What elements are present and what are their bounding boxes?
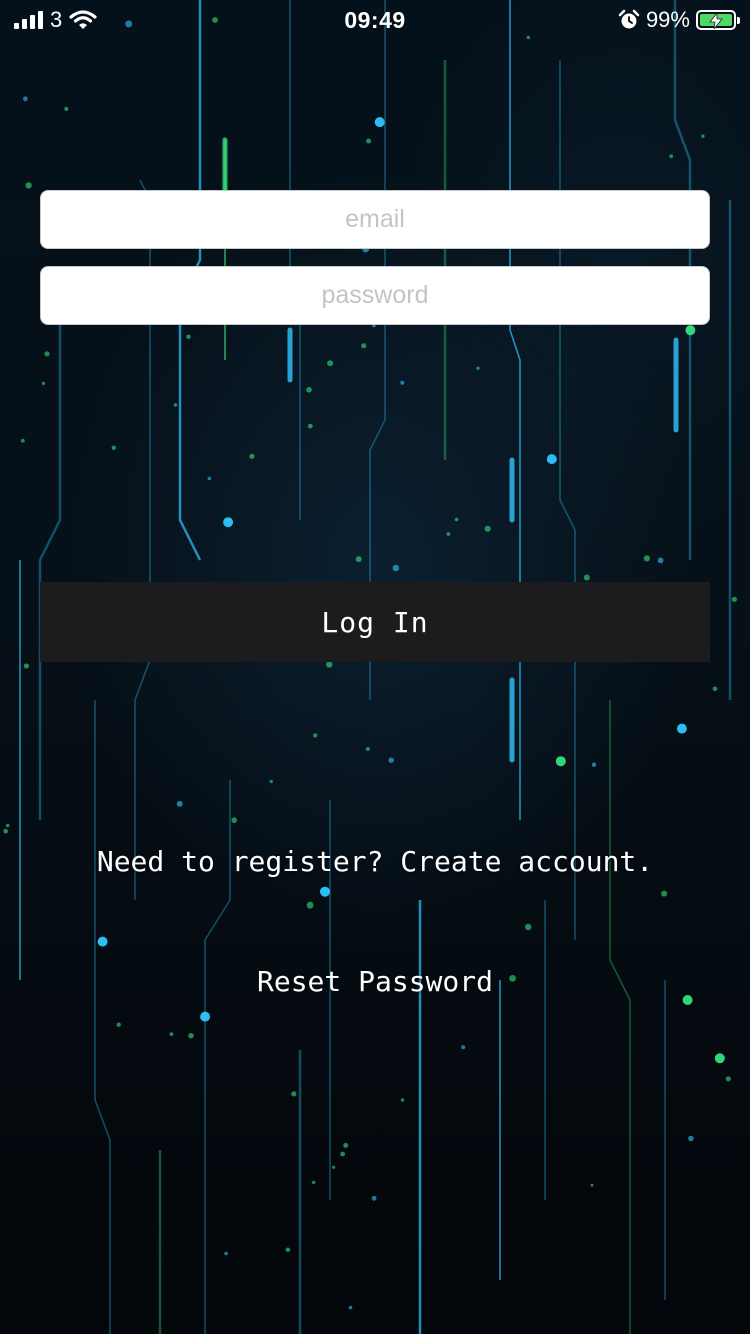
glow-dot [525,923,532,931]
glow-dot [44,351,50,357]
glow-dot [285,1247,291,1253]
password-field[interactable] [40,266,710,325]
glow-dot [355,556,362,563]
battery-level-fill [699,13,732,29]
clock: 09:49 [344,6,406,33]
glow-dot [374,117,385,128]
glow-dot [388,757,394,763]
glow-dot [591,762,597,767]
glow-dot [555,756,566,767]
alarm-clock-icon [618,9,640,29]
glow-dot [307,423,313,429]
glow-dot [365,747,370,751]
circuit-trace [289,0,301,520]
glow-dot [326,661,333,668]
glow-dot [223,517,234,528]
glow-dot [546,454,557,465]
signal-bars-icon [14,11,43,29]
glow-dot [484,525,491,532]
create-account-link[interactable]: Need to register? Create account. [97,845,653,878]
glow-dot [657,557,664,564]
glow-dot [269,779,273,784]
circuit-trace [609,700,631,1334]
glow-dot [676,723,687,734]
glow-dot [41,381,46,385]
glow-dot [343,1142,349,1148]
glow-dot [306,387,312,393]
charging-bolt-icon [709,13,723,29]
glow-dot [446,532,451,536]
glow-dot [320,886,330,897]
glow-dot [23,96,28,102]
circuit-trace [94,700,111,1334]
glow-dot [20,438,25,443]
glow-dot [340,1151,345,1157]
status-bar-left: 3 [14,7,214,33]
glow-dot [224,1251,228,1256]
carrier-label: 3 [50,7,63,32]
glow-dot [461,1045,466,1050]
glow-dot [327,360,334,367]
glow-dot [476,366,480,370]
glow-dot [332,1165,336,1169]
glow-dot [454,517,459,522]
glow-dot [590,1183,594,1187]
circuit-trace [38,300,62,820]
glow-dot [23,663,29,669]
glow-dot [348,1305,353,1310]
glow-dot [366,138,372,144]
reset-password-link[interactable]: Reset Password [257,965,493,998]
glow-dot [173,403,178,407]
glow-dot [97,936,108,947]
glow-dot [111,445,117,450]
glow-dot [207,476,212,481]
register-link-row: Need to register? Create account. [0,845,750,878]
glow-dot [371,1195,377,1201]
glow-dot [6,823,10,828]
glow-dot [583,574,590,581]
glow-dot [231,817,237,823]
glow-dot [188,1033,194,1039]
glow-dot [712,686,718,692]
glow-dot [685,325,696,336]
status-bar: 3 09:49 99% [0,0,750,40]
glow-dot [669,154,674,159]
glow-dot [25,182,32,189]
glow-dot [701,134,705,138]
status-bar-right: 99% [536,7,740,33]
glow-dot [200,1011,211,1022]
glow-dot [392,564,400,572]
glow-dot [3,828,9,834]
glow-dot [661,890,668,897]
glow-dot [400,1098,405,1102]
battery-charging-icon [695,10,740,30]
glow-dot [688,1135,694,1142]
log-in-button[interactable]: Log In [40,582,710,662]
glow-dot [313,733,318,738]
battery-percent: 99% [645,7,690,32]
glow-dot [361,343,367,349]
glow-dot [725,1076,731,1082]
glow-dot [731,596,738,602]
glow-dot [176,800,183,807]
glow-dot [116,1022,121,1027]
glow-dot [714,1053,725,1064]
glow-dot [169,1032,174,1036]
glow-dot [64,106,69,111]
glow-dot [186,334,191,339]
glow-dot [291,1091,297,1097]
glow-dot [312,1180,316,1185]
glow-dot [306,901,314,909]
reset-password-row: Reset Password [0,965,750,998]
glow-dot [249,453,255,459]
glow-dot [643,555,651,562]
email-field[interactable] [40,190,710,249]
wifi-icon [69,10,97,29]
glow-dot [400,380,405,385]
